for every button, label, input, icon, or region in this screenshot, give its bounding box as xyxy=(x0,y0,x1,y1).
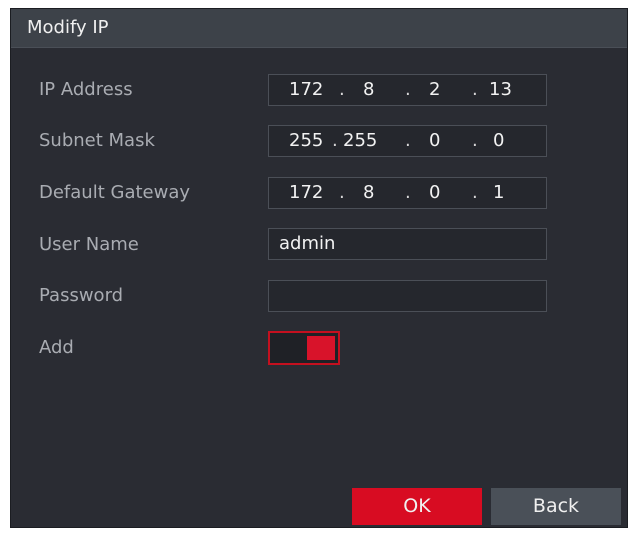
ip-separator: . xyxy=(472,182,478,203)
ip-separator: . xyxy=(472,130,478,151)
modify-ip-dialog: Modify IP IP Address 172 . 8 . 2 . 13 Su… xyxy=(10,8,628,528)
ip-separator: . xyxy=(339,182,345,203)
subnet-mask-octet-4[interactable]: 0 xyxy=(493,130,504,151)
ip-separator: . xyxy=(405,130,411,151)
ip-separator: . xyxy=(339,79,345,100)
ip-separator: . xyxy=(472,79,478,100)
user-name-input[interactable]: admin xyxy=(268,228,547,260)
password-input[interactable] xyxy=(268,280,547,312)
default-gateway-octet-2[interactable]: 8 xyxy=(363,182,374,203)
default-gateway-octet-4[interactable]: 1 xyxy=(493,182,504,203)
add-toggle[interactable] xyxy=(268,331,340,365)
toggle-knob xyxy=(307,336,335,360)
password-label: Password xyxy=(39,285,124,306)
user-name-label: User Name xyxy=(39,234,139,255)
subnet-mask-octet-2[interactable]: 255 xyxy=(343,130,377,151)
ok-button[interactable]: OK xyxy=(352,488,482,525)
subnet-mask-input[interactable]: 255 . 255 . 0 . 0 xyxy=(268,125,547,157)
subnet-mask-octet-3[interactable]: 0 xyxy=(429,130,440,151)
ip-address-octet-1[interactable]: 172 xyxy=(289,79,323,100)
dialog-title: Modify IP xyxy=(27,17,109,38)
subnet-mask-octet-1[interactable]: 255 xyxy=(289,130,323,151)
dialog-titlebar: Modify IP xyxy=(11,9,627,48)
ip-address-label: IP Address xyxy=(39,79,133,100)
add-label: Add xyxy=(39,337,74,358)
ip-separator: . xyxy=(405,182,411,203)
ip-separator: . xyxy=(405,79,411,100)
user-name-value: admin xyxy=(279,233,336,254)
subnet-mask-label: Subnet Mask xyxy=(39,130,155,151)
default-gateway-label: Default Gateway xyxy=(39,182,191,203)
ip-separator: . xyxy=(332,130,338,151)
ip-address-input[interactable]: 172 . 8 . 2 . 13 xyxy=(268,74,547,106)
default-gateway-input[interactable]: 172 . 8 . 0 . 1 xyxy=(268,177,547,209)
default-gateway-octet-1[interactable]: 172 xyxy=(289,182,323,203)
back-button[interactable]: Back xyxy=(491,488,621,525)
ip-address-octet-2[interactable]: 8 xyxy=(363,79,374,100)
ip-address-octet-4[interactable]: 13 xyxy=(489,79,512,100)
ip-address-octet-3[interactable]: 2 xyxy=(429,79,440,100)
default-gateway-octet-3[interactable]: 0 xyxy=(429,182,440,203)
